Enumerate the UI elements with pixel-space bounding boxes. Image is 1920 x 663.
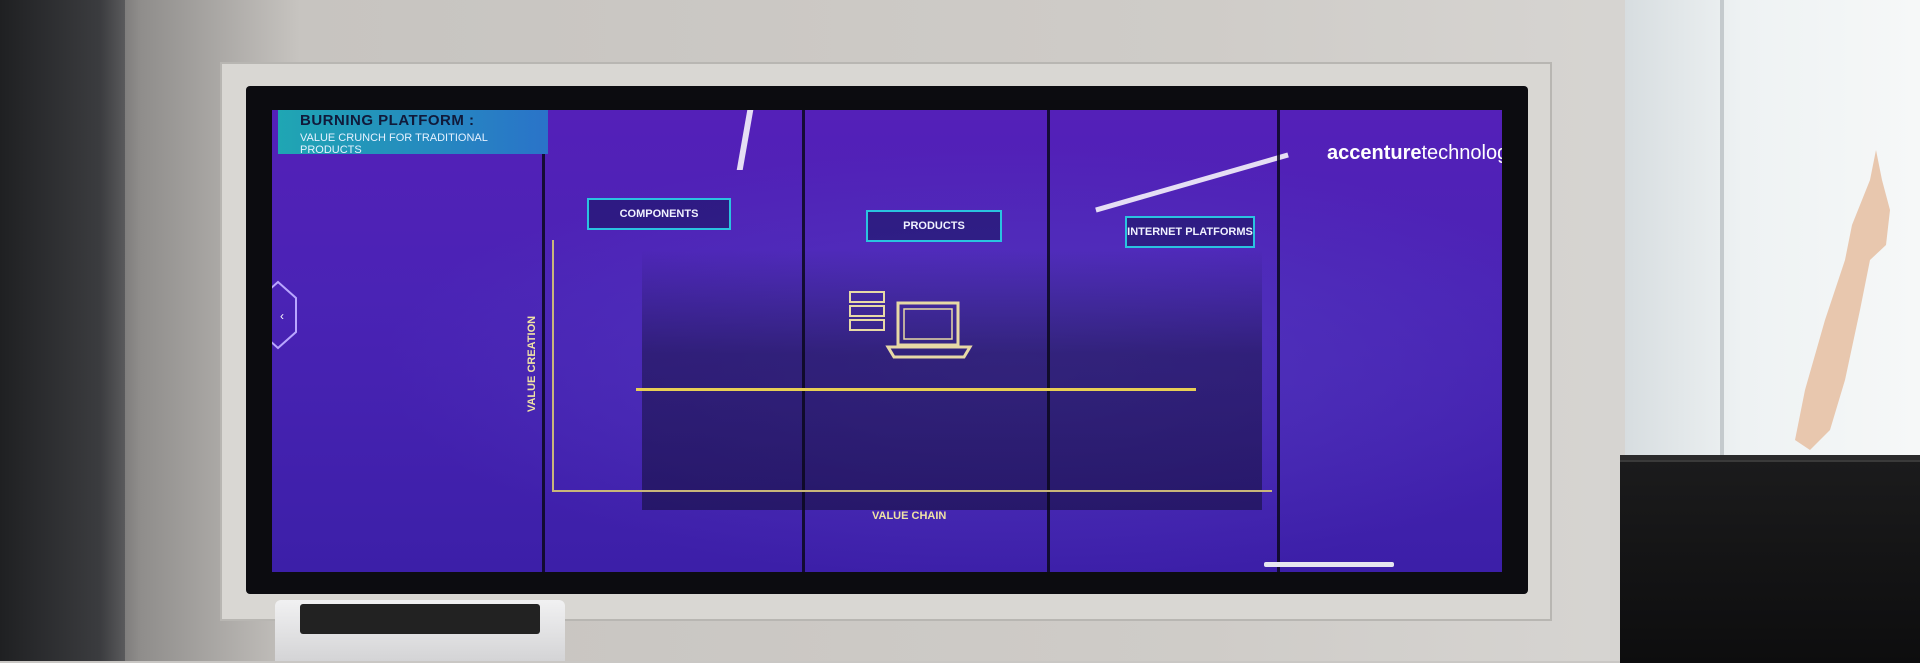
products-label: PRODUCTS bbox=[866, 210, 1002, 242]
ceiling-light bbox=[736, 110, 754, 170]
accenture-logo: accenturetechnology bbox=[1327, 142, 1502, 165]
panel-seam bbox=[1047, 110, 1050, 572]
svg-text:‹: ‹ bbox=[280, 309, 284, 323]
hexagon-nav-icon[interactable]: ‹ bbox=[272, 280, 298, 350]
y-axis bbox=[552, 240, 554, 490]
raised-hand bbox=[1795, 150, 1890, 450]
logo-bold: accenture bbox=[1327, 142, 1422, 164]
panel-seam bbox=[1277, 110, 1280, 572]
window-frame bbox=[1720, 0, 1724, 470]
logo-regular: technology bbox=[1421, 142, 1503, 164]
control-device-panel bbox=[300, 604, 540, 634]
slide-title: BURNING PLATFORM : bbox=[300, 112, 475, 129]
cabinet bbox=[1620, 460, 1920, 663]
ceiling-light bbox=[1095, 152, 1289, 213]
video-wall-screen: BURNING PLATFORM : VALUE CRUNCH FOR TRAD… bbox=[272, 110, 1502, 572]
laptop-icon bbox=[885, 301, 973, 359]
value-curve bbox=[636, 388, 1196, 391]
internet-platforms-label: INTERNET PLATFORMS bbox=[1125, 216, 1255, 248]
x-axis-label: VALUE CHAIN bbox=[872, 510, 947, 522]
slide-subtitle: VALUE CRUNCH FOR TRADITIONAL PRODUCTS bbox=[300, 132, 488, 156]
panel-seam bbox=[542, 110, 545, 572]
panel-seam bbox=[802, 110, 805, 572]
x-axis bbox=[552, 490, 1272, 492]
scrollbar[interactable] bbox=[1264, 562, 1394, 567]
y-axis-label: VALUE CREATION bbox=[526, 315, 538, 413]
office-reflection bbox=[642, 250, 1262, 510]
server-icon bbox=[849, 291, 885, 331]
left-pillar bbox=[0, 0, 125, 661]
title-banner: BURNING PLATFORM : VALUE CRUNCH FOR TRAD… bbox=[278, 110, 548, 156]
components-label: COMPONENTS bbox=[587, 198, 731, 230]
